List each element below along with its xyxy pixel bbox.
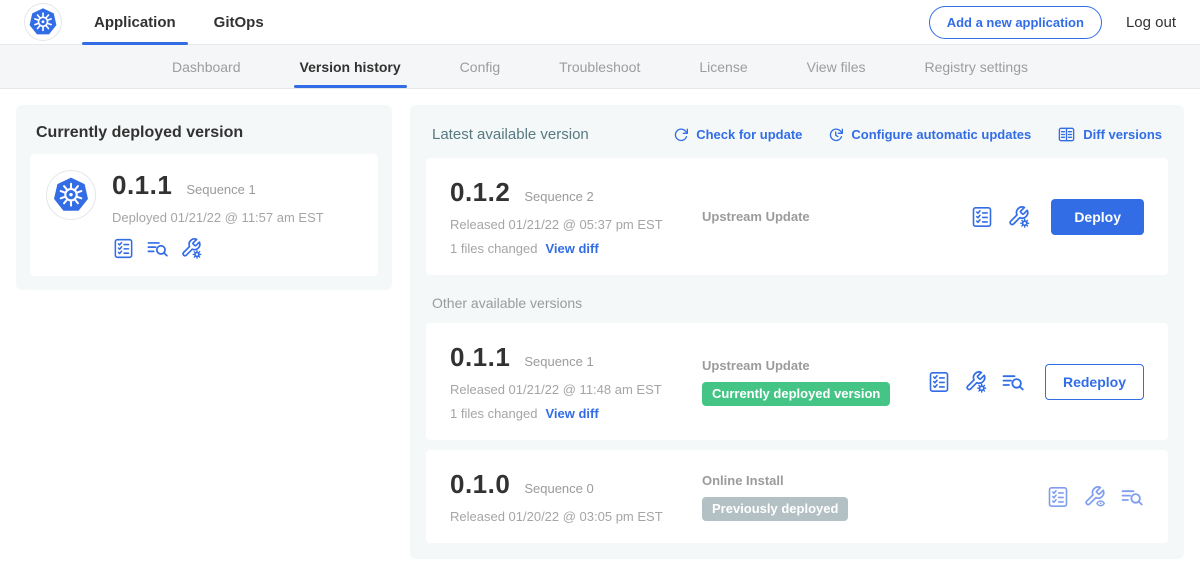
deployed-version-number: 0.1.1 xyxy=(112,170,172,201)
configure-automatic-updates-label: Configure automatic updates xyxy=(851,127,1031,142)
version-source: Online Install Previously deployed xyxy=(702,473,1046,521)
version-info: 0.1.1 Sequence 1 Released 01/21/22 @ 11:… xyxy=(450,342,702,421)
version-info: 0.1.0 Sequence 0 Released 01/20/22 @ 03:… xyxy=(450,469,702,524)
view-diff-link[interactable]: View diff xyxy=(545,406,598,421)
diff-icon xyxy=(1057,125,1076,144)
updates-header: Latest available version Check for updat… xyxy=(432,125,1162,144)
version-card-0-1-0: 0.1.0 Sequence 0 Released 01/20/22 @ 03:… xyxy=(426,450,1168,543)
source-label: Upstream Update xyxy=(702,358,927,373)
subnav-item-version-history[interactable]: Version history xyxy=(300,45,401,88)
content-area: Currently deployed version 0.1.1 Sequenc… xyxy=(0,89,1200,575)
wrench-gear-icon[interactable] xyxy=(1007,205,1031,229)
version-actions: Deploy xyxy=(970,199,1144,235)
deployed-app-logo xyxy=(46,170,96,220)
kubernetes-helm-icon xyxy=(52,176,90,214)
file-search-icon[interactable] xyxy=(1120,485,1144,509)
diff-versions-link[interactable]: Diff versions xyxy=(1057,125,1162,144)
subnav-dashboard-label: Dashboard xyxy=(172,59,241,75)
files-changed-label: 1 files changed xyxy=(450,406,537,421)
version-actions xyxy=(1046,485,1144,509)
refresh-icon xyxy=(673,127,689,143)
previously-deployed-badge: Previously deployed xyxy=(702,497,848,521)
subnav-item-config[interactable]: Config xyxy=(460,45,500,88)
tab-gitops-label: GitOps xyxy=(214,14,264,31)
top-nav: Application GitOps Add a new application… xyxy=(0,0,1200,45)
view-diff-link[interactable]: View diff xyxy=(545,241,598,256)
checklist-icon[interactable] xyxy=(970,205,994,229)
deployed-version-info: 0.1.1 Sequence 1 Deployed 01/21/22 @ 11:… xyxy=(112,170,324,260)
subnav-item-dashboard[interactable]: Dashboard xyxy=(172,45,241,88)
version-card-0-1-2: 0.1.2 Sequence 2 Released 01/21/22 @ 05:… xyxy=(426,158,1168,275)
version-card-0-1-1: 0.1.1 Sequence 1 Released 01/21/22 @ 11:… xyxy=(426,323,1168,440)
sequence-label: Sequence 2 xyxy=(524,189,593,204)
version-actions: Redeploy xyxy=(927,364,1144,400)
checklist-icon[interactable] xyxy=(112,237,135,260)
version-number: 0.1.1 xyxy=(450,342,510,373)
clock-refresh-icon xyxy=(828,127,844,143)
version-number: 0.1.2 xyxy=(450,177,510,208)
released-date: Released 01/21/22 @ 11:48 am EST xyxy=(450,382,702,397)
released-date: Released 01/20/22 @ 03:05 pm EST xyxy=(450,509,702,524)
available-versions-panel: Latest available version Check for updat… xyxy=(410,105,1184,559)
deployed-sequence-label: Sequence 1 xyxy=(186,182,255,197)
file-search-icon[interactable] xyxy=(146,237,169,260)
file-search-icon[interactable] xyxy=(1001,370,1025,394)
redeploy-button[interactable]: Redeploy xyxy=(1045,364,1144,400)
subnav-config-label: Config xyxy=(460,59,500,75)
wrench-gear-icon[interactable] xyxy=(180,237,203,260)
version-number: 0.1.0 xyxy=(450,469,510,500)
tab-application-label: Application xyxy=(94,14,176,31)
subnav-registry-settings-label: Registry settings xyxy=(925,59,1028,75)
sequence-label: Sequence 0 xyxy=(524,481,593,496)
subnav-item-troubleshoot[interactable]: Troubleshoot xyxy=(559,45,640,88)
currently-deployed-badge: Currently deployed version xyxy=(702,382,890,406)
kubernetes-helm-icon xyxy=(28,7,58,37)
subnav-item-registry-settings[interactable]: Registry settings xyxy=(925,45,1028,88)
checklist-icon[interactable] xyxy=(927,370,951,394)
brand xyxy=(24,0,62,44)
subnav-troubleshoot-label: Troubleshoot xyxy=(559,59,640,75)
subnav-license-label: License xyxy=(699,59,747,75)
source-label: Online Install xyxy=(702,473,1046,488)
check-for-update-label: Check for update xyxy=(696,127,802,142)
configure-automatic-updates-link[interactable]: Configure automatic updates xyxy=(828,127,1031,143)
wrench-gear-icon[interactable] xyxy=(964,370,988,394)
app-sub-nav: Dashboard Version history Config Trouble… xyxy=(0,45,1200,89)
top-tabs: Application GitOps xyxy=(82,0,290,44)
source-label: Upstream Update xyxy=(702,209,970,224)
version-info: 0.1.2 Sequence 2 Released 01/21/22 @ 05:… xyxy=(450,177,702,256)
app-logo[interactable] xyxy=(24,3,62,41)
subnav-version-history-label: Version history xyxy=(300,59,401,75)
deploy-button[interactable]: Deploy xyxy=(1051,199,1144,235)
files-changed-label: 1 files changed xyxy=(450,241,537,256)
deployed-date: Deployed 01/21/22 @ 11:57 am EST xyxy=(112,210,324,225)
currently-deployed-card: 0.1.1 Sequence 1 Deployed 01/21/22 @ 11:… xyxy=(30,154,378,276)
deployed-card-actions xyxy=(112,237,324,260)
add-application-button[interactable]: Add a new application xyxy=(929,6,1102,39)
kots-admin-console: Application GitOps Add a new application… xyxy=(0,0,1200,564)
subnav-view-files-label: View files xyxy=(807,59,866,75)
tab-application[interactable]: Application xyxy=(82,0,188,44)
version-source: Upstream Update xyxy=(702,209,970,224)
currently-deployed-panel: Currently deployed version 0.1.1 Sequenc… xyxy=(16,105,392,290)
version-source: Upstream Update Currently deployed versi… xyxy=(702,358,927,406)
latest-available-title: Latest available version xyxy=(432,126,589,143)
released-date: Released 01/21/22 @ 05:37 pm EST xyxy=(450,217,702,232)
currently-deployed-title: Currently deployed version xyxy=(36,124,372,142)
checklist-icon[interactable] xyxy=(1046,485,1070,509)
wrench-eye-icon[interactable] xyxy=(1083,485,1107,509)
topnav-right: Add a new application Log out xyxy=(929,0,1176,44)
diff-versions-label: Diff versions xyxy=(1083,127,1162,142)
check-for-update-link[interactable]: Check for update xyxy=(673,127,802,143)
subnav-item-license[interactable]: License xyxy=(699,45,747,88)
tab-gitops[interactable]: GitOps xyxy=(202,0,276,44)
other-versions-title: Other available versions xyxy=(432,295,1162,311)
sequence-label: Sequence 1 xyxy=(524,354,593,369)
updates-actions: Check for update Configure automatic upd… xyxy=(673,125,1162,144)
logout-link[interactable]: Log out xyxy=(1126,14,1176,31)
subnav-item-view-files[interactable]: View files xyxy=(807,45,866,88)
